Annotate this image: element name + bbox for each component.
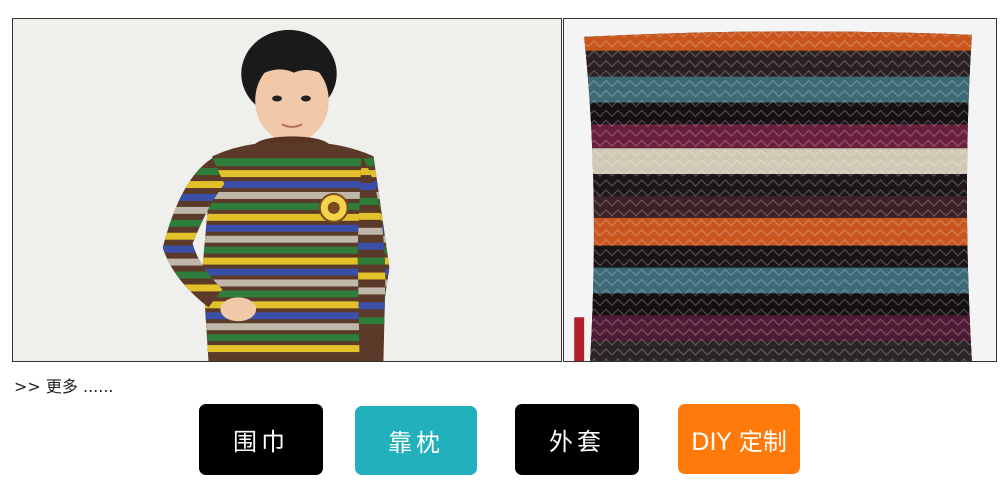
category-button-scarf[interactable]: 围巾 [199, 404, 323, 475]
category-button-diy[interactable]: DIY 定制 [678, 404, 800, 474]
product-image-sweater[interactable] [12, 18, 562, 362]
cushion-photo-icon [564, 19, 996, 361]
category-button-scarf-label: 围巾 [233, 428, 289, 456]
category-button-diy-label: DIY 定制 [691, 427, 787, 456]
category-button-pillow[interactable]: 靠枕 [355, 406, 477, 475]
category-button-coat[interactable]: 外套 [515, 404, 639, 475]
category-button-coat-label: 外套 [549, 428, 605, 456]
sweater-photo-icon [13, 19, 561, 361]
product-image-cushion[interactable] [563, 18, 997, 362]
category-button-pillow-label: 靠枕 [388, 429, 444, 457]
page: >> 更多 ...... 围巾 靠枕 外套 DIY 定制 [0, 0, 1004, 500]
more-link[interactable]: >> 更多 ...... [14, 373, 114, 397]
